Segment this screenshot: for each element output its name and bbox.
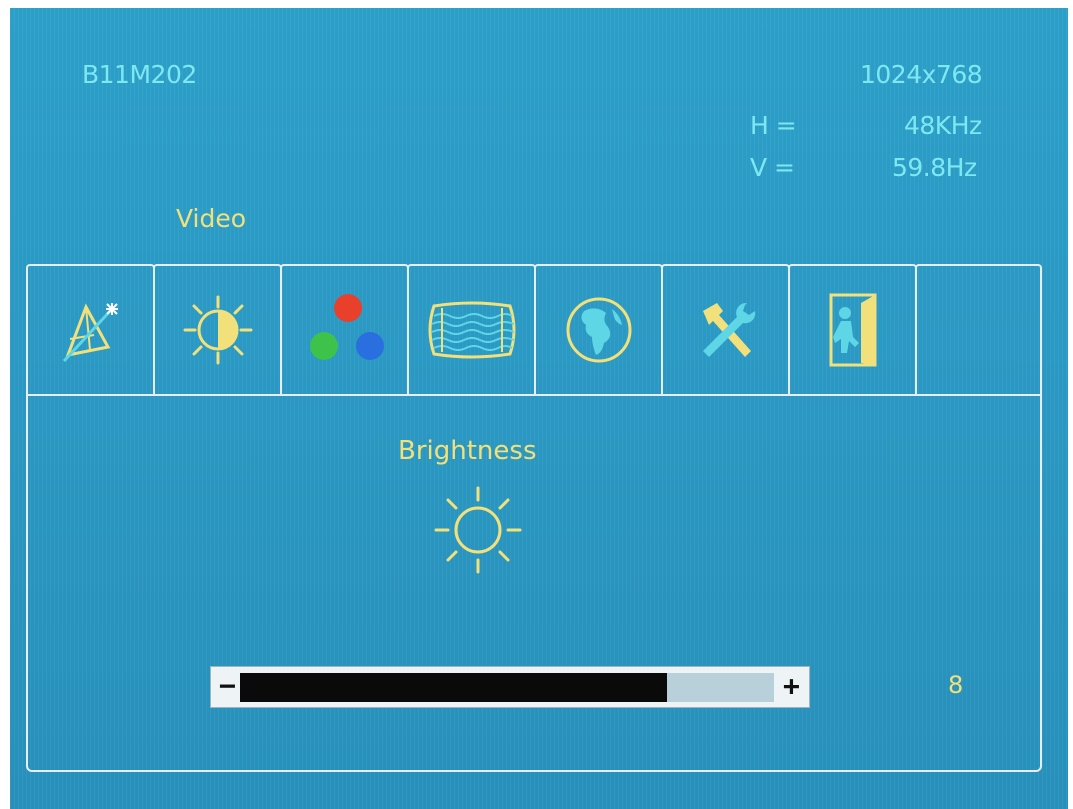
tab-empty[interactable] bbox=[915, 264, 1042, 394]
item-label: Brightness bbox=[398, 436, 537, 466]
tab-geometry[interactable] bbox=[407, 264, 536, 394]
tab-tools[interactable] bbox=[661, 264, 790, 394]
h-freq-value: 48KHz bbox=[904, 111, 982, 140]
image-geometry-icon bbox=[428, 301, 515, 359]
sun-icon bbox=[434, 486, 522, 574]
globe-language-icon bbox=[566, 297, 631, 363]
menu-tabs bbox=[26, 264, 1042, 396]
video-pyramid-icon bbox=[62, 303, 118, 363]
slider-fill bbox=[240, 673, 668, 702]
tab-exit[interactable] bbox=[788, 264, 917, 394]
brightness-contrast-icon bbox=[183, 295, 252, 365]
tools-icon bbox=[702, 302, 755, 357]
section-title: Video bbox=[176, 204, 247, 233]
h-freq-label: H = bbox=[750, 111, 797, 140]
slider-track[interactable] bbox=[240, 673, 774, 702]
brightness-value: 8 bbox=[948, 671, 964, 699]
color-dots-icon bbox=[309, 294, 384, 360]
tab-color[interactable] bbox=[280, 264, 409, 394]
model-name: B11M202 bbox=[82, 60, 197, 89]
v-freq-label: V = bbox=[750, 153, 795, 182]
tab-language[interactable] bbox=[534, 264, 663, 394]
tab-video[interactable] bbox=[26, 264, 155, 394]
slider-minus[interactable]: − bbox=[219, 669, 236, 702]
resolution-readout: 1024x768 bbox=[860, 60, 983, 89]
exit-door-icon bbox=[829, 293, 876, 367]
tab-brightness[interactable] bbox=[153, 264, 282, 394]
v-freq-value: 59.8Hz bbox=[892, 153, 977, 182]
osd-screen: B11M202 1024x768 H = 48KHz V = 59.8Hz Vi… bbox=[10, 8, 1068, 809]
brightness-slider[interactable]: − + bbox=[210, 666, 810, 708]
slider-plus[interactable]: + bbox=[783, 669, 800, 702]
